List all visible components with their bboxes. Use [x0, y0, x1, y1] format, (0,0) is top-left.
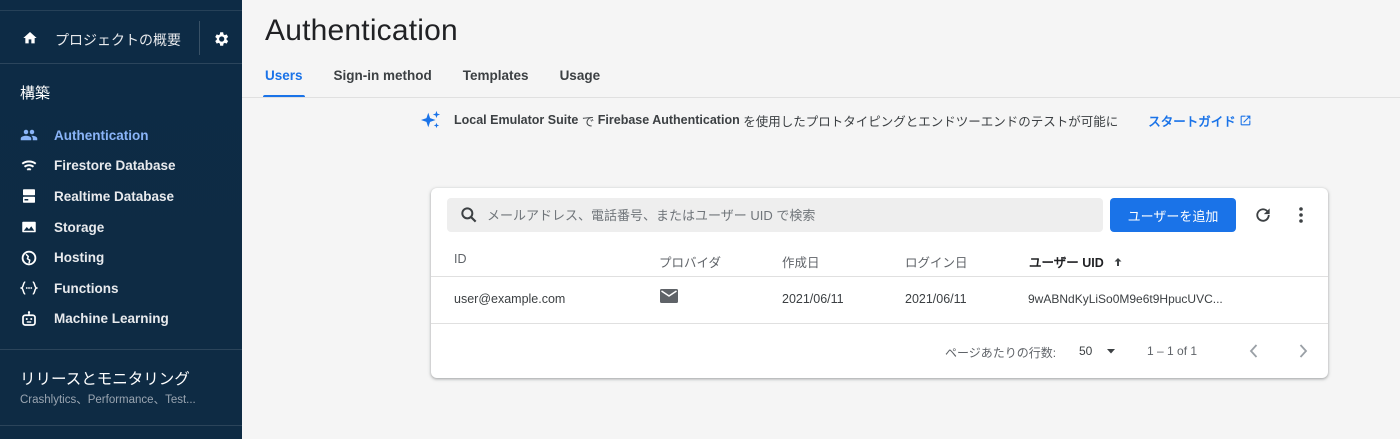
project-overview-link[interactable]: プロジェクトの概要	[55, 30, 181, 50]
chevron-right-icon[interactable]	[1295, 342, 1311, 360]
column-header-provider[interactable]: プロバイダ	[659, 252, 721, 271]
column-header-uid[interactable]: ユーザー UID	[1029, 252, 1124, 271]
robot-icon	[20, 310, 38, 328]
tab-bar: Users Sign-in method Templates Usage	[263, 68, 631, 98]
sidebar-item-authentication[interactable]: Authentication	[0, 120, 242, 151]
column-header-signed-in[interactable]: ログイン日	[905, 252, 968, 271]
column-header-uid-label: ユーザー UID	[1029, 256, 1104, 270]
chevron-left-icon[interactable]	[1246, 342, 1262, 360]
sidebar-item-label: Storage	[54, 219, 105, 235]
banner-text: を使用したプロトタイピングとエンドツーエンドのテストが可能に	[739, 114, 1119, 129]
rows-per-page-label: ページあたりの行数:	[945, 346, 1057, 360]
row-signed-in: 2021/06/11	[905, 292, 967, 306]
sidebar-item-machine-learning[interactable]: Machine Learning	[0, 304, 242, 335]
sidebar-item-firestore[interactable]: Firestore Database	[0, 151, 242, 182]
emulator-banner: Local Emulator Suite で Firebase Authenti…	[420, 110, 1252, 130]
add-user-button[interactable]: ユーザーを追加	[1110, 198, 1236, 232]
mail-icon	[660, 289, 678, 303]
home-icon[interactable]	[22, 30, 38, 46]
divider	[199, 21, 200, 55]
sidebar-nav: Authentication Firestore Database Realti…	[0, 120, 242, 334]
sidebar-item-realtime-database[interactable]: Realtime Database	[0, 181, 242, 212]
column-header-id[interactable]: ID	[454, 252, 467, 266]
wifi-icon	[20, 157, 38, 175]
sidebar-item-label: Realtime Database	[54, 188, 175, 204]
tab-templates[interactable]: Templates	[463, 68, 529, 98]
column-header-created[interactable]: 作成日	[782, 252, 820, 271]
tab-users[interactable]: Users	[263, 68, 305, 98]
rows-per-page-value: 50	[1079, 344, 1093, 358]
gear-icon[interactable]	[212, 30, 230, 48]
divider	[0, 425, 242, 426]
sidebar-item-hosting[interactable]: Hosting	[0, 242, 242, 273]
functions-icon	[20, 279, 38, 297]
refresh-icon[interactable]	[1253, 205, 1273, 225]
sidebar-item-label: Machine Learning	[54, 311, 169, 327]
divider	[431, 323, 1328, 324]
divider	[0, 349, 242, 350]
sidebar-item-label: Firestore Database	[54, 158, 176, 174]
search-input[interactable]	[487, 207, 1047, 223]
start-guide-link[interactable]: スタートガイド	[1148, 111, 1252, 130]
database-icon	[20, 187, 38, 205]
start-guide-label: スタートガイド	[1148, 114, 1236, 129]
sidebar-item-label: Authentication	[54, 127, 149, 143]
sidebar-item-label: Functions	[54, 280, 119, 296]
arrow-up-icon	[1114, 257, 1122, 266]
sidebar-item-storage[interactable]: Storage	[0, 212, 242, 243]
tab-usage[interactable]: Usage	[560, 68, 601, 98]
rows-per-page-select[interactable]: 50	[1079, 344, 1116, 358]
row-created: 2021/06/11	[782, 292, 844, 306]
sidebar-item-functions[interactable]: Functions	[0, 273, 242, 304]
tab-sign-in-method[interactable]: Sign-in method	[334, 68, 432, 98]
sidebar-section-build: 構築	[20, 85, 51, 102]
row-uid: 9wABNdKyLiSo0M9e6t9HpucUVC...	[1028, 292, 1223, 306]
search-icon	[461, 207, 477, 223]
banner-text-firebase-auth: Firebase Authentication	[597, 113, 740, 127]
users-card: ユーザーを追加 ID プロバイダ 作成日 ログイン日 ユーザー UID user…	[431, 188, 1328, 378]
dropdown-arrow-icon	[1107, 349, 1116, 354]
sidebar: プロジェクトの概要 構築 Authentication Firestore Da…	[0, 0, 242, 439]
sidebar-item-label: Hosting	[54, 250, 105, 266]
banner-text-emulator: Local Emulator Suite	[454, 113, 579, 127]
divider	[431, 276, 1328, 277]
sidebar-section-release-subtitle: Crashlytics、Performance、Test...	[20, 394, 196, 406]
pagination-range: 1 – 1 of 1	[1147, 344, 1198, 358]
sparkle-icon	[421, 110, 441, 129]
sidebar-section-release[interactable]: リリースとモニタリング	[20, 367, 190, 389]
search-box[interactable]	[447, 198, 1103, 232]
sidebar-project-bar: プロジェクトの概要	[0, 10, 242, 64]
globe-icon	[20, 249, 38, 267]
image-icon	[20, 218, 38, 236]
row-id: user@example.com	[454, 292, 566, 306]
divider	[242, 97, 1400, 98]
users-icon	[20, 126, 38, 144]
more-vert-icon[interactable]	[1293, 205, 1309, 225]
open-in-new-icon	[1240, 115, 1251, 125]
banner-text: で	[578, 114, 598, 129]
page-title: Authentication	[265, 14, 458, 47]
